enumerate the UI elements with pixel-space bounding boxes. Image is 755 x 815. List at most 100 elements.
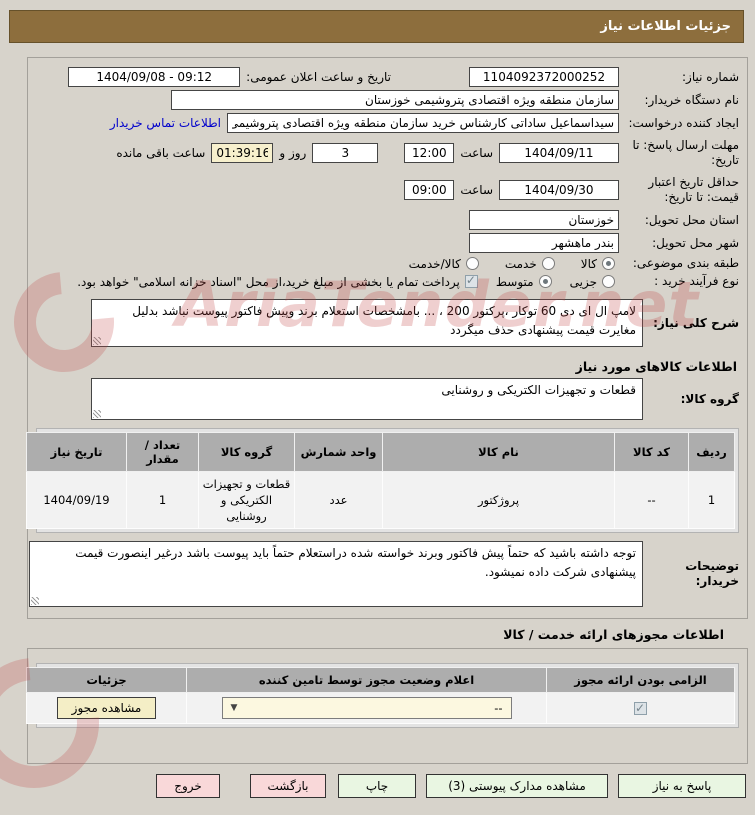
licenses-table: الزامی بودن ارائه مجوز اعلام وضعیت مجوز … [27, 667, 736, 725]
buyer-org-label: نام دستگاه خریدار: [645, 92, 741, 107]
col-unit: واحد شمارش [295, 432, 384, 472]
deadline-date-field[interactable] [500, 143, 620, 163]
treasury-note-label: پرداخت تمام یا بخشی از مبلغ خرید،از محل … [78, 274, 461, 289]
license-row: -- ▼ مشاهده مجوز [27, 692, 736, 725]
need-desc-wrap: لامپ ال ای دی 60 توکار ،پرکتور 200 ، ...… [92, 299, 644, 347]
license-status-value: -- [495, 701, 504, 716]
category-option-service-label: خدمت [505, 256, 538, 271]
validity-time-field[interactable] [405, 180, 456, 200]
price-validity-label: حداقل تاریخ اعتبار قیمت: تا تاریخ: [649, 175, 740, 204]
process-type-label: نوع فرآیند خرید : [655, 274, 740, 288]
licenses-header-row: الزامی بودن ارائه مجوز اعلام وضعیت مجوز … [27, 667, 736, 694]
license-status-select[interactable]: -- ▼ [222, 697, 513, 720]
page-title: جزئیات اطلاعات نیاز [601, 19, 732, 34]
goods-group-label: گروه کالا: [681, 391, 740, 406]
publish-datetime-field[interactable] [69, 67, 242, 87]
need-desc-textarea[interactable]: لامپ ال ای دی 60 توکار ،پرکتور 200 ، ...… [92, 299, 644, 347]
process-option-medium-label: متوسط [496, 274, 535, 289]
goods-section-title: اطلاعات کالاهای مورد نیاز [576, 359, 738, 374]
category-label: طبقه بندی موضوعی: [633, 256, 740, 270]
city-field[interactable] [470, 233, 620, 253]
need-info-panel: شماره نیاز: تاریخ و ساعت اعلان عمومی: نا… [27, 57, 749, 620]
radio-goods-icon[interactable] [603, 257, 616, 270]
deadline-label: مهلت ارسال پاسخ: تا تاریخ: [633, 138, 740, 167]
table-row: 1 -- پروژکتور عدد قطعات و تجهیزات الکتری… [27, 470, 736, 530]
window-title-bar: جزئیات اطلاعات نیاز [10, 10, 745, 43]
category-option-goods-service[interactable]: کالا/خدمت [410, 257, 480, 271]
need-number-field[interactable] [470, 67, 620, 87]
licenses-panel: الزامی بودن ارائه مجوز اعلام وضعیت مجوز … [27, 648, 749, 765]
back-button[interactable]: بازگشت [251, 774, 327, 799]
buyer-contact-link[interactable]: اطلاعات تماس خریدار [111, 116, 222, 130]
remaining-days-field [313, 143, 380, 163]
category-option-goods[interactable]: کالا [582, 257, 616, 271]
licenses-section-title: اطلاعات مجوزهای ارائه خدمت / کالا [504, 627, 725, 643]
province-label: استان محل تحویل: [645, 212, 740, 227]
chevron-down-icon: ▼ [231, 702, 239, 713]
need-desc-row: شرح کلی نیاز: لامپ ال ای دی 60 توکار ،پر… [37, 299, 740, 347]
treasury-payment-option[interactable]: پرداخت تمام یا بخشی از مبلغ خرید،از محل … [78, 273, 479, 289]
license-required-checkbox-icon[interactable] [635, 700, 648, 717]
footer-actions: پاسخ به نیاز مشاهده مدارک پیوستی (3) چاپ… [0, 774, 747, 799]
province-field[interactable] [470, 210, 620, 230]
creator-field[interactable] [228, 113, 620, 133]
category-option-goods-service-label: کالا/خدمت [409, 256, 462, 271]
items-table-wrap: ردیف کد کالا نام کالا واحد شمارش گروه کا… [27, 428, 740, 534]
radio-medium-icon[interactable] [539, 275, 553, 288]
goods-group-textarea[interactable]: قطعات و تجهیزات الکتریکی و روشنایی [92, 378, 644, 420]
city-label: شهر محل تحویل: [653, 235, 740, 250]
price-validity-row: حداقل تاریخ اعتبار قیمت: تا تاریخ: ساعت [37, 173, 740, 207]
license-status-cell: -- ▼ [187, 692, 548, 725]
col-item-code: کد کالا [615, 432, 690, 472]
cell-quantity: 1 [127, 470, 200, 530]
view-attachments-button[interactable]: مشاهده مدارک پیوستی (3) [427, 774, 609, 799]
process-option-minor[interactable]: جزیی [571, 275, 616, 289]
validity-date-field[interactable] [500, 180, 620, 200]
col-row-number: ردیف [689, 432, 736, 472]
radio-minor-icon[interactable] [603, 275, 616, 288]
page: { "window": { "title": "جزئیات اطلاعات ن… [0, 10, 755, 815]
validity-hour-label: ساعت [461, 183, 494, 197]
hours-remaining-label: ساعت باقی مانده [117, 146, 207, 160]
col-license-required: الزامی بودن ارائه مجوز [547, 667, 736, 694]
deadline-row: مهلت ارسال پاسخ: تا تاریخ: ساعت روز و سا… [37, 136, 740, 170]
licenses-table-wrap: الزامی بودن ارائه مجوز اعلام وضعیت مجوز … [27, 663, 740, 729]
print-button[interactable]: چاپ [339, 774, 417, 799]
publish-datetime-label: تاریخ و ساعت اعلان عمومی: [247, 70, 392, 84]
process-type-row: نوع فرآیند خرید : جزیی متوسط پرداخت تمام… [37, 273, 740, 289]
category-row: طبقه بندی موضوعی: کالا خدمت کالا/خدمت [37, 256, 740, 271]
cell-item-code: -- [615, 470, 690, 530]
buyer-notes-textarea[interactable]: توجه داشته باشید که حتماً پیش فاکتور وبر… [30, 541, 644, 608]
need-number-label: شماره نیاز: [683, 69, 740, 84]
deadline-hour-label: ساعت [461, 146, 494, 160]
radio-goods-service-icon[interactable] [466, 257, 480, 270]
province-row: استان محل تحویل: [37, 210, 740, 230]
view-license-button[interactable]: مشاهده مجوز [57, 697, 158, 720]
category-option-service[interactable]: خدمت [506, 257, 556, 271]
goods-group-wrap: قطعات و تجهیزات الکتریکی و روشنایی [92, 378, 644, 420]
col-license-status: اعلام وضعیت مجوز توسط تامین کننده [187, 667, 548, 694]
treasury-checkbox-icon[interactable] [465, 273, 479, 288]
process-option-medium[interactable]: متوسط [497, 275, 553, 289]
col-quantity: تعداد / مقدار [127, 432, 200, 472]
exit-button[interactable]: خروج [157, 774, 221, 799]
need-desc-label: شرح کلی نیاز: [654, 315, 740, 330]
goods-group-row: گروه کالا: قطعات و تجهیزات الکتریکی و رو… [37, 378, 740, 420]
city-row: شهر محل تحویل: [37, 233, 740, 253]
category-option-goods-label: کالا [581, 256, 598, 271]
deadline-time-field[interactable] [405, 143, 456, 163]
cell-need-date: 1404/09/19 [27, 470, 128, 530]
license-details-cell: مشاهده مجوز [27, 692, 188, 725]
license-required-cell [547, 692, 736, 725]
need-number-row: شماره نیاز: تاریخ و ساعت اعلان عمومی: [37, 67, 740, 87]
creator-row: ایجاد کننده درخواست: اطلاعات تماس خریدار [37, 113, 740, 133]
radio-service-icon[interactable] [542, 257, 556, 270]
items-table: ردیف کد کالا نام کالا واحد شمارش گروه کا… [27, 432, 736, 530]
cell-unit: عدد [295, 470, 384, 530]
days-and-label: روز و [280, 146, 308, 160]
countdown-timer-field [212, 143, 275, 163]
respond-to-need-button[interactable]: پاسخ به نیاز [619, 774, 747, 799]
cell-group: قطعات و تجهیزات الکتریکی و روشنایی [199, 470, 296, 530]
creator-label: ایجاد کننده درخواست: [629, 115, 740, 130]
buyer-org-field[interactable] [172, 90, 620, 110]
